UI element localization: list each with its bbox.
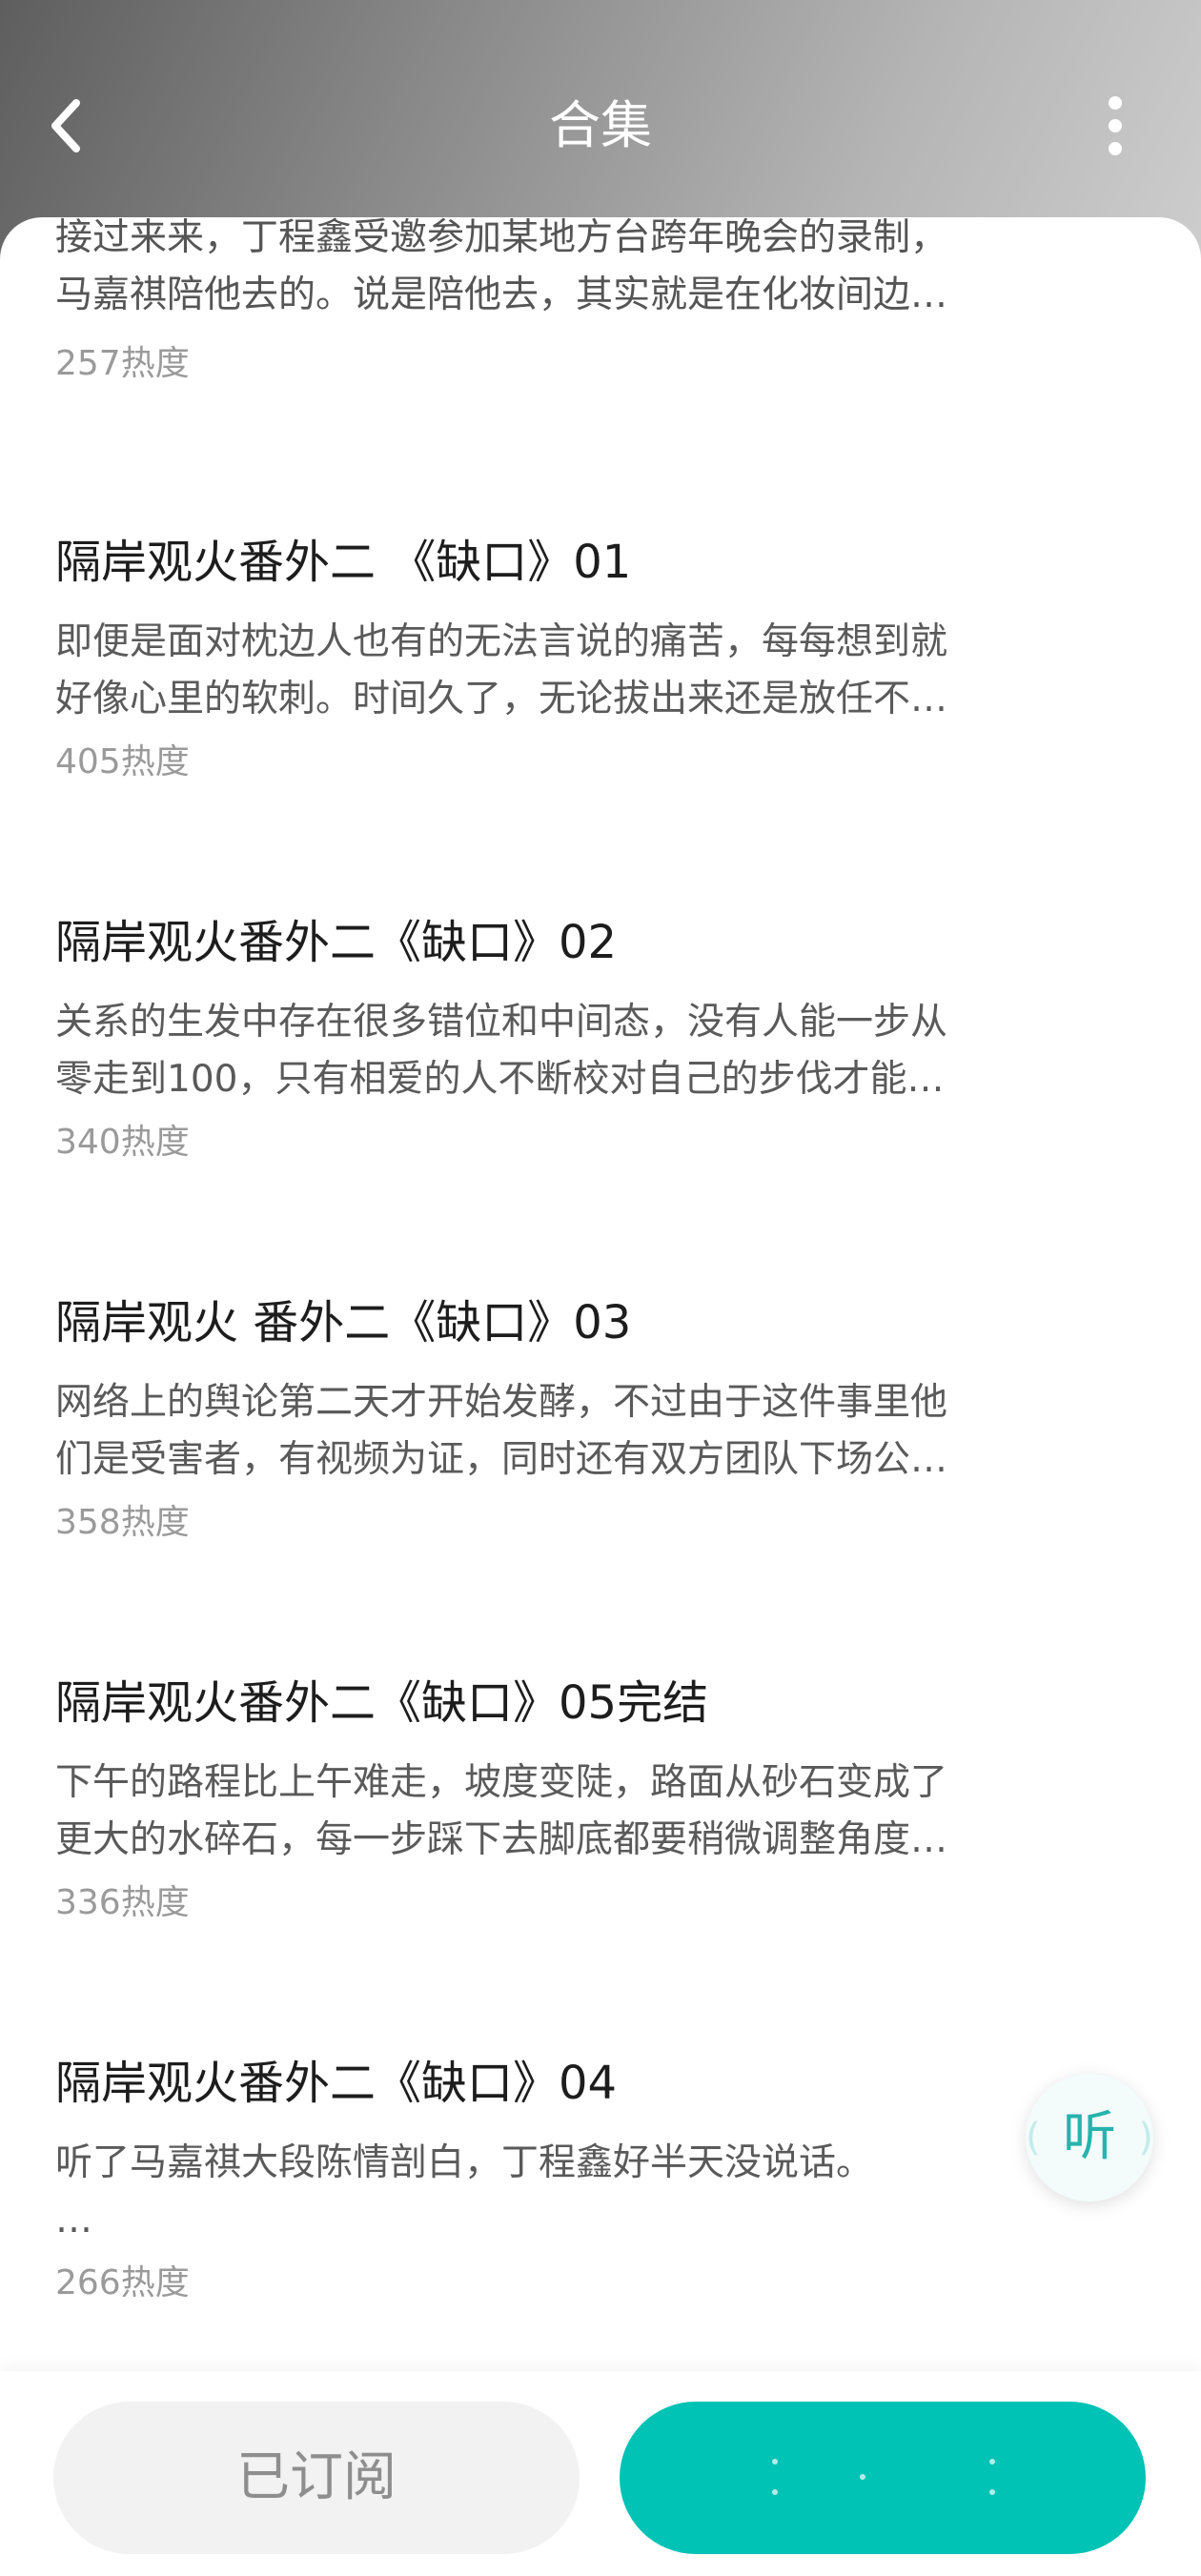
entry-desc-line: 听了马嘉祺大段陈情剖白，丁程鑫好半天没说话。 (55, 2141, 874, 2184)
entry-description: 网络上的舆论第二天才开始发酵，不过由于这件事里他 们是受害者，有视频为证，同时还… (55, 1374, 1094, 1489)
listen-label: 听 (1063, 2106, 1116, 2168)
entry-title: 隔岸观火番外二 《缺口》01 (55, 536, 632, 589)
subscribed-button[interactable]: 已订阅 (53, 2402, 580, 2554)
listen-button[interactable]: ( 听 ) (1026, 2074, 1153, 2201)
entry-description: 下午的路程比上午难走，坡度变陡，路面从砂石变成了 更大的水碎石，每一步踩下去脚底… (55, 1755, 1094, 1869)
list-item[interactable]: 隔岸观火番外二《缺口》05完结 下午的路程比上午难走，坡度变陡，路面从砂石变成了… (55, 1673, 1094, 1930)
more-options-button[interactable] (1096, 91, 1134, 160)
partial-entry-heat: 257热度 (55, 344, 190, 383)
loading-dot (772, 2459, 778, 2464)
entry-heat: 340热度 (55, 1123, 190, 1162)
entry-heat: 266热度 (55, 2263, 190, 2302)
loading-dot (860, 2474, 865, 2480)
loading-dot (989, 2459, 995, 2464)
entry-description: 关系的生发中存在很多错位和中间态，没有人能一步从 零走到100，只有相爱的人不断… (55, 994, 1094, 1108)
loading-dot (989, 2489, 995, 2495)
partial-entry-desc-top: 接过来来，丁程鑫受邀参加某地方台跨年晚会的录制， (55, 217, 948, 259)
entry-title: 隔岸观火番外二《缺口》05完结 (55, 1676, 709, 1730)
list-item[interactable]: 隔岸观火番外二 《缺口》01 即便是面对枕边人也有的无法言说的痛苦，每每想到就 … (55, 532, 1094, 789)
entry-title: 隔岸观火 番外二《缺口》03 (55, 1296, 632, 1349)
entry-desc-line: 们是受害者，有视频为证，同时还有双方团队下场公… (55, 1438, 948, 1481)
list-item[interactable]: 隔岸观火 番外二《缺口》03 网络上的舆论第二天才开始发酵，不过由于这件事里他 … (55, 1292, 1094, 1550)
entry-description: 听了马嘉祺大段陈情剖白，丁程鑫好半天没说话。 … (55, 2135, 1094, 2249)
entry-desc-line: … (55, 2199, 92, 2241)
loading-dot (772, 2489, 778, 2495)
collection-list: 接过来来，丁程鑫受邀参加某地方台跨年晚会的录制， 马嘉祺陪他去的。说是陪他去，其… (0, 217, 1201, 2576)
entry-desc-line: 下午的路程比上午难走，坡度变陡，路面从砂石变成了 (55, 1761, 948, 1804)
entry-desc-line: 好像心里的软刺。时间久了，无论拔出来还是放任不… (55, 678, 948, 720)
more-vertical-icon (1109, 96, 1122, 155)
page-title: 合集 (549, 95, 652, 155)
bottom-action-bar: 已订阅 (0, 2371, 1201, 2576)
list-item[interactable]: 隔岸观火番外二《缺口》04 听了马嘉祺大段陈情剖白，丁程鑫好半天没说话。 … 2… (55, 2053, 1094, 2310)
entry-desc-line: 更大的水碎石，每一步踩下去脚底都要稍微调整角度… (55, 1818, 948, 1861)
entry-title: 隔岸观火番外二《缺口》04 (55, 2057, 618, 2110)
entry-desc-line: 网络上的舆论第二天才开始发酵，不过由于这件事里他 (55, 1381, 948, 1424)
entry-desc-line: 即便是面对枕边人也有的无法言说的痛苦，每每想到就 (55, 620, 948, 663)
entry-title: 隔岸观火番外二《缺口》02 (55, 916, 618, 969)
sound-wave-icon: ) (1138, 2116, 1153, 2160)
entry-desc-line: 关系的生发中存在很多错位和中间态，没有人能一步从 (55, 1001, 948, 1044)
partial-entry-desc-bottom: 马嘉祺陪他去的。说是陪他去，其实就是在化妆间边… (55, 274, 948, 316)
entry-heat: 358热度 (55, 1503, 190, 1542)
entry-description: 即便是面对枕边人也有的无法言说的痛苦，每每想到就 好像心里的软刺。时间久了，无论… (55, 614, 1094, 728)
list-item[interactable]: 隔岸观火番外二《缺口》02 关系的生发中存在很多错位和中间态，没有人能一步从 零… (55, 912, 1094, 1169)
entry-heat: 336热度 (55, 1883, 190, 1922)
primary-action-button[interactable] (620, 2402, 1146, 2554)
entry-desc-line: 零走到100，只有相爱的人不断校对自己的步伐才能… (55, 1058, 945, 1101)
entry-heat: 405热度 (55, 742, 190, 781)
